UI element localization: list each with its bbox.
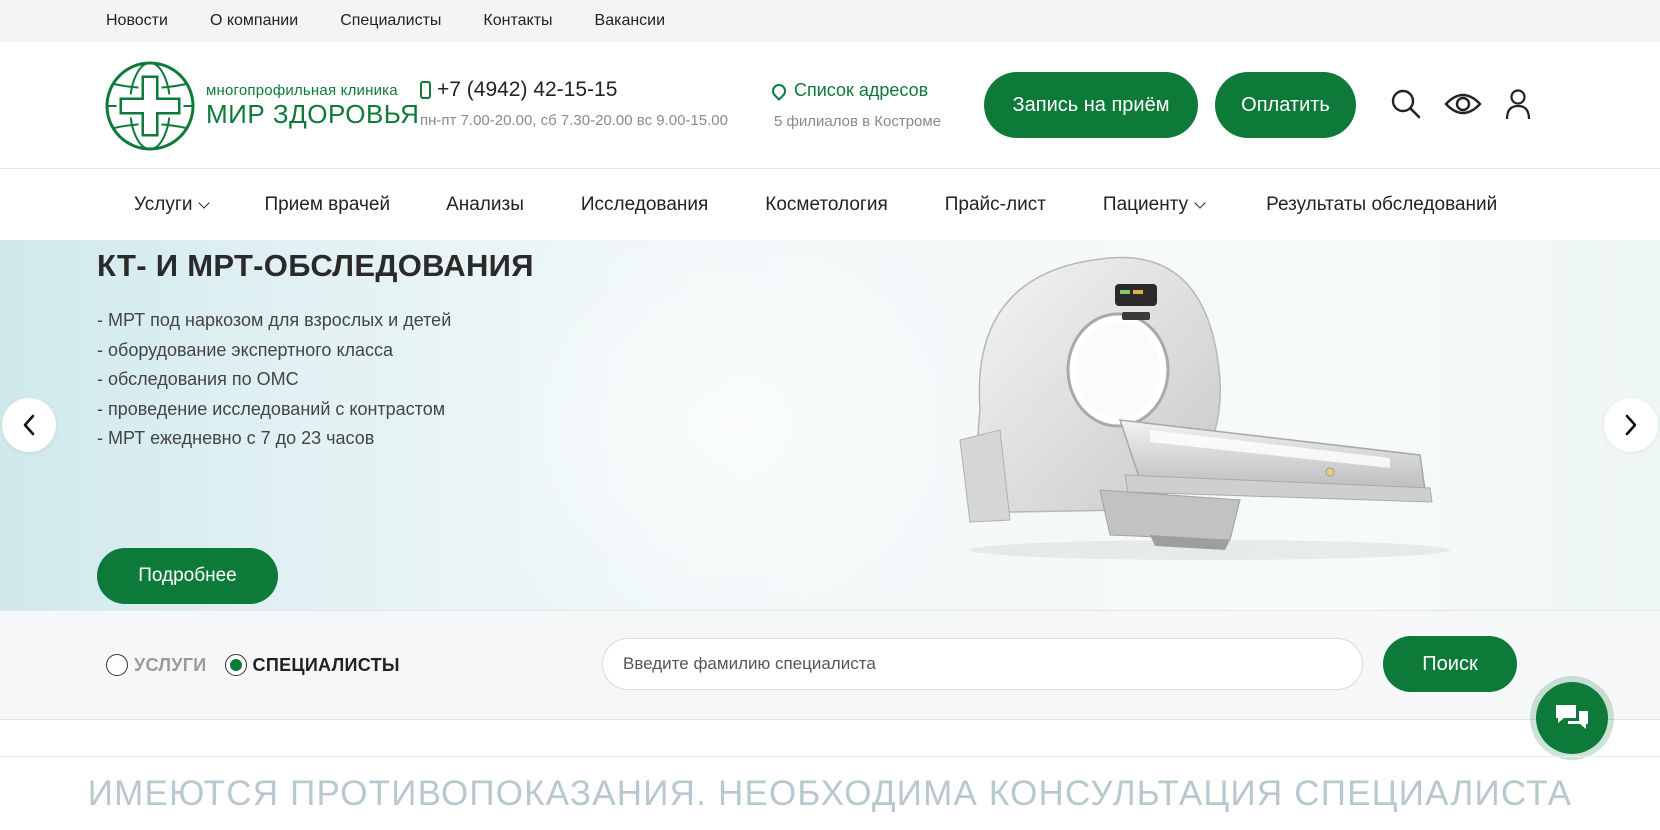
logo-subtitle: многопрофильная клиника — [206, 82, 398, 99]
nav-item-label: Услуги — [134, 194, 193, 215]
chat-button[interactable] — [1530, 676, 1614, 760]
phone-block: +7 (4942) 42-15-15 пн-пт 7.00-20.00, сб … — [420, 78, 728, 129]
site-header: многопрофильная клиника МИР ЗДОРОВЬЯ +7 … — [0, 42, 1660, 169]
radio-services[interactable] — [106, 654, 128, 676]
hero-more-button[interactable]: Подробнее — [97, 548, 278, 604]
section-divider — [0, 756, 1660, 757]
top-bar: Новости О компании Специалисты Контакты … — [0, 0, 1660, 42]
eye-icon[interactable] — [1444, 88, 1482, 120]
address-block: Список адресов 5 филиалов в Костроме — [769, 80, 942, 130]
radio-specialists-label[interactable]: СПЕЦИАЛИСТЫ — [253, 655, 400, 676]
hero-title: КТ- И МРТ-ОБСЛЕДОВАНИЯ — [97, 248, 534, 283]
chevron-right-icon — [1625, 414, 1637, 436]
address-link-label: Список адресов — [794, 80, 929, 100]
top-link-about[interactable]: О компании — [210, 12, 298, 30]
nav-item-pricelist[interactable]: Прайс-лист — [945, 194, 1046, 216]
location-pin-icon — [769, 80, 789, 101]
mri-scanner-image — [959, 256, 1450, 560]
phone-link[interactable]: +7 (4942) 42-15-15 — [420, 78, 728, 102]
radio-services-label[interactable]: УСЛУГИ — [134, 655, 207, 676]
nav-item-doctors[interactable]: Прием врачей — [264, 194, 390, 216]
nav-item-label: Прайс-лист — [944, 194, 1046, 215]
nav-item-label: Прием врачей — [264, 194, 391, 215]
search-button[interactable]: Поиск — [1383, 636, 1517, 692]
specialist-search-strip: УСЛУГИ СПЕЦИАЛИСТЫ Поиск — [0, 610, 1660, 720]
main-nav: Услуги Прием врачей Анализы Исследования… — [0, 170, 1660, 240]
contraindications-warning: ИМЕЮТСЯ ПРОТИВОПОКАЗАНИЯ. НЕОБХОДИМА КОН… — [87, 774, 1573, 813]
hero-background-glow — [520, 240, 940, 610]
main-nav-items: Услуги Прием врачей Анализы Исследования… — [134, 170, 1497, 240]
nav-item-results[interactable]: Результаты обследований — [1266, 194, 1497, 216]
search-icon[interactable] — [1390, 88, 1422, 120]
chevron-down-icon — [1194, 196, 1206, 209]
slider-next-button[interactable] — [1604, 398, 1658, 452]
pay-button[interactable]: Оплатить — [1215, 72, 1356, 138]
logo-text[interactable]: многопрофильная клиника МИР ЗДОРОВЬЯ — [206, 82, 419, 129]
book-appointment-button[interactable]: Запись на приём — [984, 72, 1198, 138]
address-list-link[interactable]: Список адресов — [769, 80, 941, 101]
nav-item-label: Анализы — [446, 194, 524, 215]
nav-item-services[interactable]: Услуги — [134, 194, 211, 216]
nav-item-research[interactable]: Исследования — [581, 194, 708, 216]
nav-item-cosmetology[interactable]: Косметология — [765, 194, 887, 216]
working-hours: пн-пт 7.00-20.00, сб 7.30-20.00 вс 9.00-… — [420, 112, 728, 129]
chevron-down-icon — [198, 196, 211, 209]
top-links: Новости О компании Специалисты Контакты … — [106, 0, 665, 42]
chevron-left-icon — [23, 414, 35, 436]
top-link-vacancies[interactable]: Вакансии — [595, 12, 666, 30]
specialist-search-input[interactable] — [602, 638, 1363, 690]
top-link-contacts[interactable]: Контакты — [483, 12, 552, 30]
hero-bullet: - МРТ ежедневно с 7 до 23 часов — [97, 428, 375, 448]
nav-item-label: Результаты обследований — [1266, 194, 1498, 215]
branches-count: 5 филиалов в Костроме — [774, 113, 942, 130]
hero-bullet: - МРТ под наркозом для взрослых и детей — [97, 310, 452, 330]
user-icon[interactable] — [1504, 88, 1532, 120]
hero-bullet: - обследования по ОМС — [97, 369, 299, 389]
top-link-specialists[interactable]: Специалисты — [340, 12, 441, 30]
nav-item-analyses[interactable]: Анализы — [446, 194, 524, 216]
nav-item-label: Пациенту — [1102, 194, 1189, 215]
nav-item-label: Исследования — [580, 194, 709, 215]
search-mode-radios: УСЛУГИ СПЕЦИАЛИСТЫ — [106, 654, 400, 676]
hero-slider: КТ- И МРТ-ОБСЛЕДОВАНИЯ - МРТ под наркозо… — [0, 240, 1660, 610]
chat-bubbles-icon — [1556, 705, 1588, 729]
hero-bullet: - оборудование экспертного класса — [97, 339, 394, 360]
chat-button-inner — [1536, 682, 1608, 754]
hero-bullet: - проведение исследований с контрастом — [97, 398, 446, 419]
logo-globe-cross-icon[interactable] — [104, 60, 196, 152]
phone-number: +7 (4942) 42-15-15 — [437, 78, 618, 101]
radio-specialists[interactable] — [224, 654, 247, 676]
logo-title: МИР ЗДОРОВЬЯ — [206, 99, 420, 129]
hero-bullets: - МРТ под наркозом для взрослых и детей … — [97, 306, 451, 454]
nav-item-patient[interactable]: Пациенту — [1102, 194, 1206, 216]
top-link-news[interactable]: Новости — [106, 12, 168, 30]
nav-item-label: Косметология — [765, 194, 888, 215]
phone-icon — [420, 81, 431, 99]
slider-prev-button[interactable] — [2, 398, 56, 452]
